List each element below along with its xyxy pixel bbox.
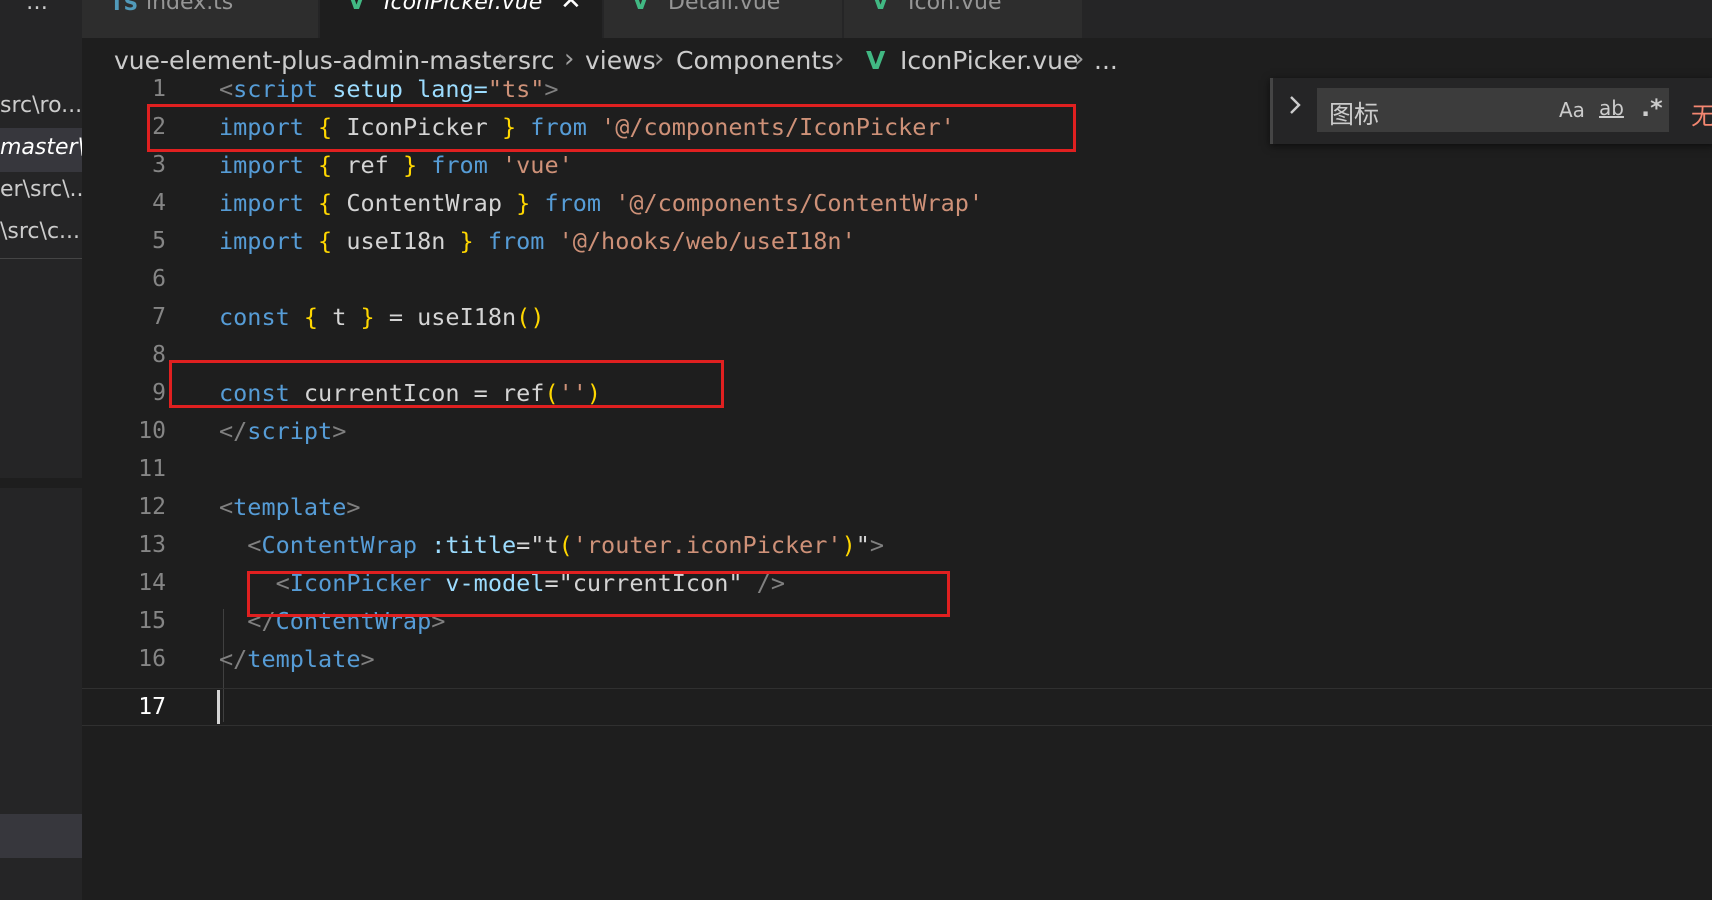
tab-label: Icon.vue bbox=[908, 0, 1002, 15]
highlight-box-current-icon-ref bbox=[169, 360, 724, 408]
tab-iconpicker-vue[interactable]: V IconPicker.vue ✕ bbox=[320, 0, 602, 38]
line-number: 17 bbox=[138, 694, 166, 720]
code-text: <template> bbox=[219, 493, 361, 521]
sidebar-item-label: er\src\... bbox=[0, 177, 82, 202]
typescript-file-icon: TS bbox=[110, 0, 139, 15]
line-number: 6 bbox=[152, 266, 166, 292]
close-icon[interactable]: ✕ bbox=[560, 0, 582, 14]
code-line[interactable]: 16 </template> bbox=[82, 640, 1712, 678]
code-line[interactable]: 4 import { ContentWrap } from '@/compone… bbox=[82, 184, 1712, 222]
whole-word-icon[interactable]: ab bbox=[1599, 96, 1624, 120]
code-text: <script setup lang="ts"> bbox=[219, 75, 559, 103]
vue-file-icon: V bbox=[872, 0, 890, 15]
tab-label: Detail.vue bbox=[668, 0, 781, 15]
tab-index-ts[interactable]: TS index.ts bbox=[82, 0, 318, 38]
line-number: 15 bbox=[138, 608, 166, 634]
tab-label: IconPicker.vue bbox=[384, 0, 543, 15]
code-line[interactable]: 10 </script> bbox=[82, 412, 1712, 450]
sidebar-selected-row[interactable] bbox=[0, 814, 82, 858]
text-cursor bbox=[217, 690, 220, 724]
line-number: 1 bbox=[152, 76, 166, 102]
find-widget: 图标 Aa ab .* 无结果 bbox=[1270, 78, 1712, 144]
editor-tab-bar: TS index.ts V IconPicker.vue ✕ V Detail.… bbox=[82, 0, 1712, 38]
find-query: 图标 bbox=[1329, 100, 1380, 129]
code-line[interactable]: 6 bbox=[82, 260, 1712, 298]
vue-file-icon: V bbox=[348, 0, 366, 15]
sidebar-divider bbox=[0, 258, 82, 259]
sidebar-item-2[interactable]: master\... bbox=[0, 128, 82, 172]
code-text: const { t } = useI18n() bbox=[219, 303, 545, 331]
find-input[interactable]: 图标 Aa ab .* bbox=[1317, 88, 1669, 132]
code-line[interactable]: 12 <template> bbox=[82, 488, 1712, 526]
vue-file-icon: V bbox=[632, 0, 650, 15]
sidebar-item-3[interactable]: er\src\... bbox=[0, 170, 82, 214]
code-text: import { ContentWrap } from '@/component… bbox=[219, 189, 984, 217]
line-number: 8 bbox=[152, 342, 166, 368]
line-number: 11 bbox=[138, 456, 166, 482]
line-number: 16 bbox=[138, 646, 166, 672]
highlight-box-import-iconpicker bbox=[147, 104, 1076, 152]
code-text: </template> bbox=[219, 645, 375, 673]
tab-icon-vue[interactable]: V Icon.vue bbox=[844, 0, 1082, 38]
code-line[interactable]: 11 bbox=[82, 450, 1712, 488]
code-text: </script> bbox=[219, 417, 347, 445]
code-editor[interactable]: 1 <script setup lang="ts"> 2 import { Ic… bbox=[82, 75, 1712, 900]
sidebar-divider bbox=[0, 478, 82, 488]
current-code-line[interactable]: 17 bbox=[82, 688, 1712, 726]
line-number: 7 bbox=[152, 304, 166, 330]
sidebar-item-label: src\ro... bbox=[0, 93, 82, 118]
regex-icon[interactable]: .* bbox=[1641, 94, 1663, 122]
more-actions-icon[interactable]: … bbox=[26, 0, 49, 15]
toggle-replace-chevron-icon[interactable] bbox=[1287, 92, 1303, 125]
line-number: 5 bbox=[152, 228, 166, 254]
match-case-icon[interactable]: Aa bbox=[1559, 98, 1585, 122]
sidebar-item-1[interactable]: src\ro... bbox=[0, 86, 82, 130]
line-number: 4 bbox=[152, 190, 166, 216]
code-line[interactable]: 7 const { t } = useI18n() bbox=[82, 298, 1712, 336]
code-line[interactable]: 13 <ContentWrap :title="t('router.iconPi… bbox=[82, 526, 1712, 564]
code-text: import { useI18n } from '@/hooks/web/use… bbox=[219, 227, 856, 255]
line-number: 13 bbox=[138, 532, 166, 558]
line-number: 12 bbox=[138, 494, 166, 520]
highlight-box-iconpicker-component bbox=[247, 571, 950, 617]
tab-label: index.ts bbox=[146, 0, 234, 15]
sidebar-item-label: master\... bbox=[0, 135, 82, 160]
line-number: 10 bbox=[138, 418, 166, 444]
tab-detail-vue[interactable]: V Detail.vue bbox=[604, 0, 842, 38]
sidebar-item-label: \src\c... bbox=[0, 219, 81, 244]
line-number: 9 bbox=[152, 380, 166, 406]
find-result-status: 无结果 bbox=[1691, 102, 1712, 130]
sidebar-item-4[interactable]: \src\c... bbox=[0, 212, 82, 256]
line-number: 14 bbox=[138, 570, 166, 596]
code-line[interactable]: 5 import { useI18n } from '@/hooks/web/u… bbox=[82, 222, 1712, 260]
code-text: <ContentWrap :title="t('router.iconPicke… bbox=[219, 531, 885, 559]
explorer-sidebar: … src\ro... master\... er\src\... \src\c… bbox=[0, 0, 82, 900]
